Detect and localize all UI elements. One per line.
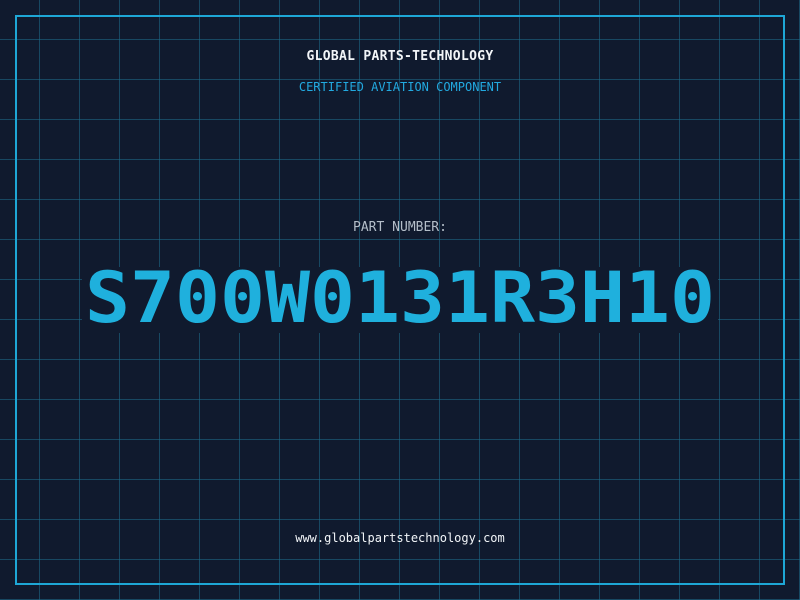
website-url[interactable]: www.globalpartstechnology.com [0, 531, 800, 545]
part-number-label: PART NUMBER: [353, 220, 447, 235]
certification-subtitle: CERTIFIED AVIATION COMPONENT [298, 80, 502, 94]
part-number-value: S700W0131R3H10 [85, 267, 715, 333]
company-name: GLOBAL PARTS-TECHNOLOGY [306, 49, 494, 64]
part-number-display: S700W0131R3H10 [82, 267, 718, 333]
certificate-page: GLOBAL PARTS-TECHNOLOGY CERTIFIED AVIATI… [0, 0, 800, 600]
part-number-pixel-text: S700W0131R3H10 [85, 267, 715, 333]
